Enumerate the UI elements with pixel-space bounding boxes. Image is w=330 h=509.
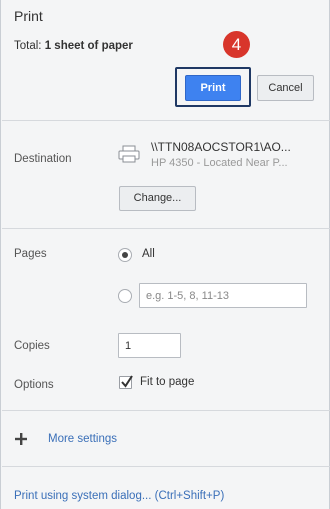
divider — [2, 466, 330, 467]
printer-detail: HP 4350 - Located Near P... — [151, 157, 288, 169]
total-summary: Total: 1 sheet of paper — [14, 40, 133, 52]
printer-icon — [118, 145, 140, 163]
checkmark-icon — [121, 375, 133, 388]
fit-to-page-checkbox[interactable] — [119, 375, 133, 389]
pages-label: Pages — [14, 248, 47, 260]
pages-all-label: All — [142, 248, 155, 260]
step-badge: 4 — [223, 31, 250, 58]
printer-name: \\TTN08AOCSTOR1\AO... — [151, 140, 291, 154]
pages-custom-radio[interactable] — [118, 289, 132, 303]
change-destination-button[interactable]: Change... — [119, 186, 196, 211]
print-button[interactable]: Print — [185, 75, 241, 101]
copies-label: Copies — [14, 340, 50, 352]
options-label: Options — [14, 379, 54, 391]
pages-range-input[interactable] — [139, 283, 307, 308]
divider — [2, 228, 330, 229]
total-value: 1 sheet of paper — [44, 40, 133, 52]
total-label: Total: — [14, 40, 42, 52]
pages-all-radio[interactable] — [118, 248, 132, 262]
divider — [2, 410, 330, 411]
plus-icon[interactable] — [15, 433, 27, 445]
print-preview-panel: Print Total: 1 sheet of paper 4 Print Ca… — [0, 0, 330, 509]
cancel-button[interactable]: Cancel — [257, 75, 314, 101]
fit-to-page-label: Fit to page — [140, 376, 195, 388]
destination-label: Destination — [14, 153, 72, 165]
copies-input[interactable] — [118, 333, 181, 358]
more-settings-link[interactable]: More settings — [48, 433, 117, 445]
system-dialog-link[interactable]: Print using system dialog... (Ctrl+Shift… — [14, 490, 224, 502]
dialog-title: Print — [14, 8, 43, 24]
divider — [2, 120, 330, 121]
